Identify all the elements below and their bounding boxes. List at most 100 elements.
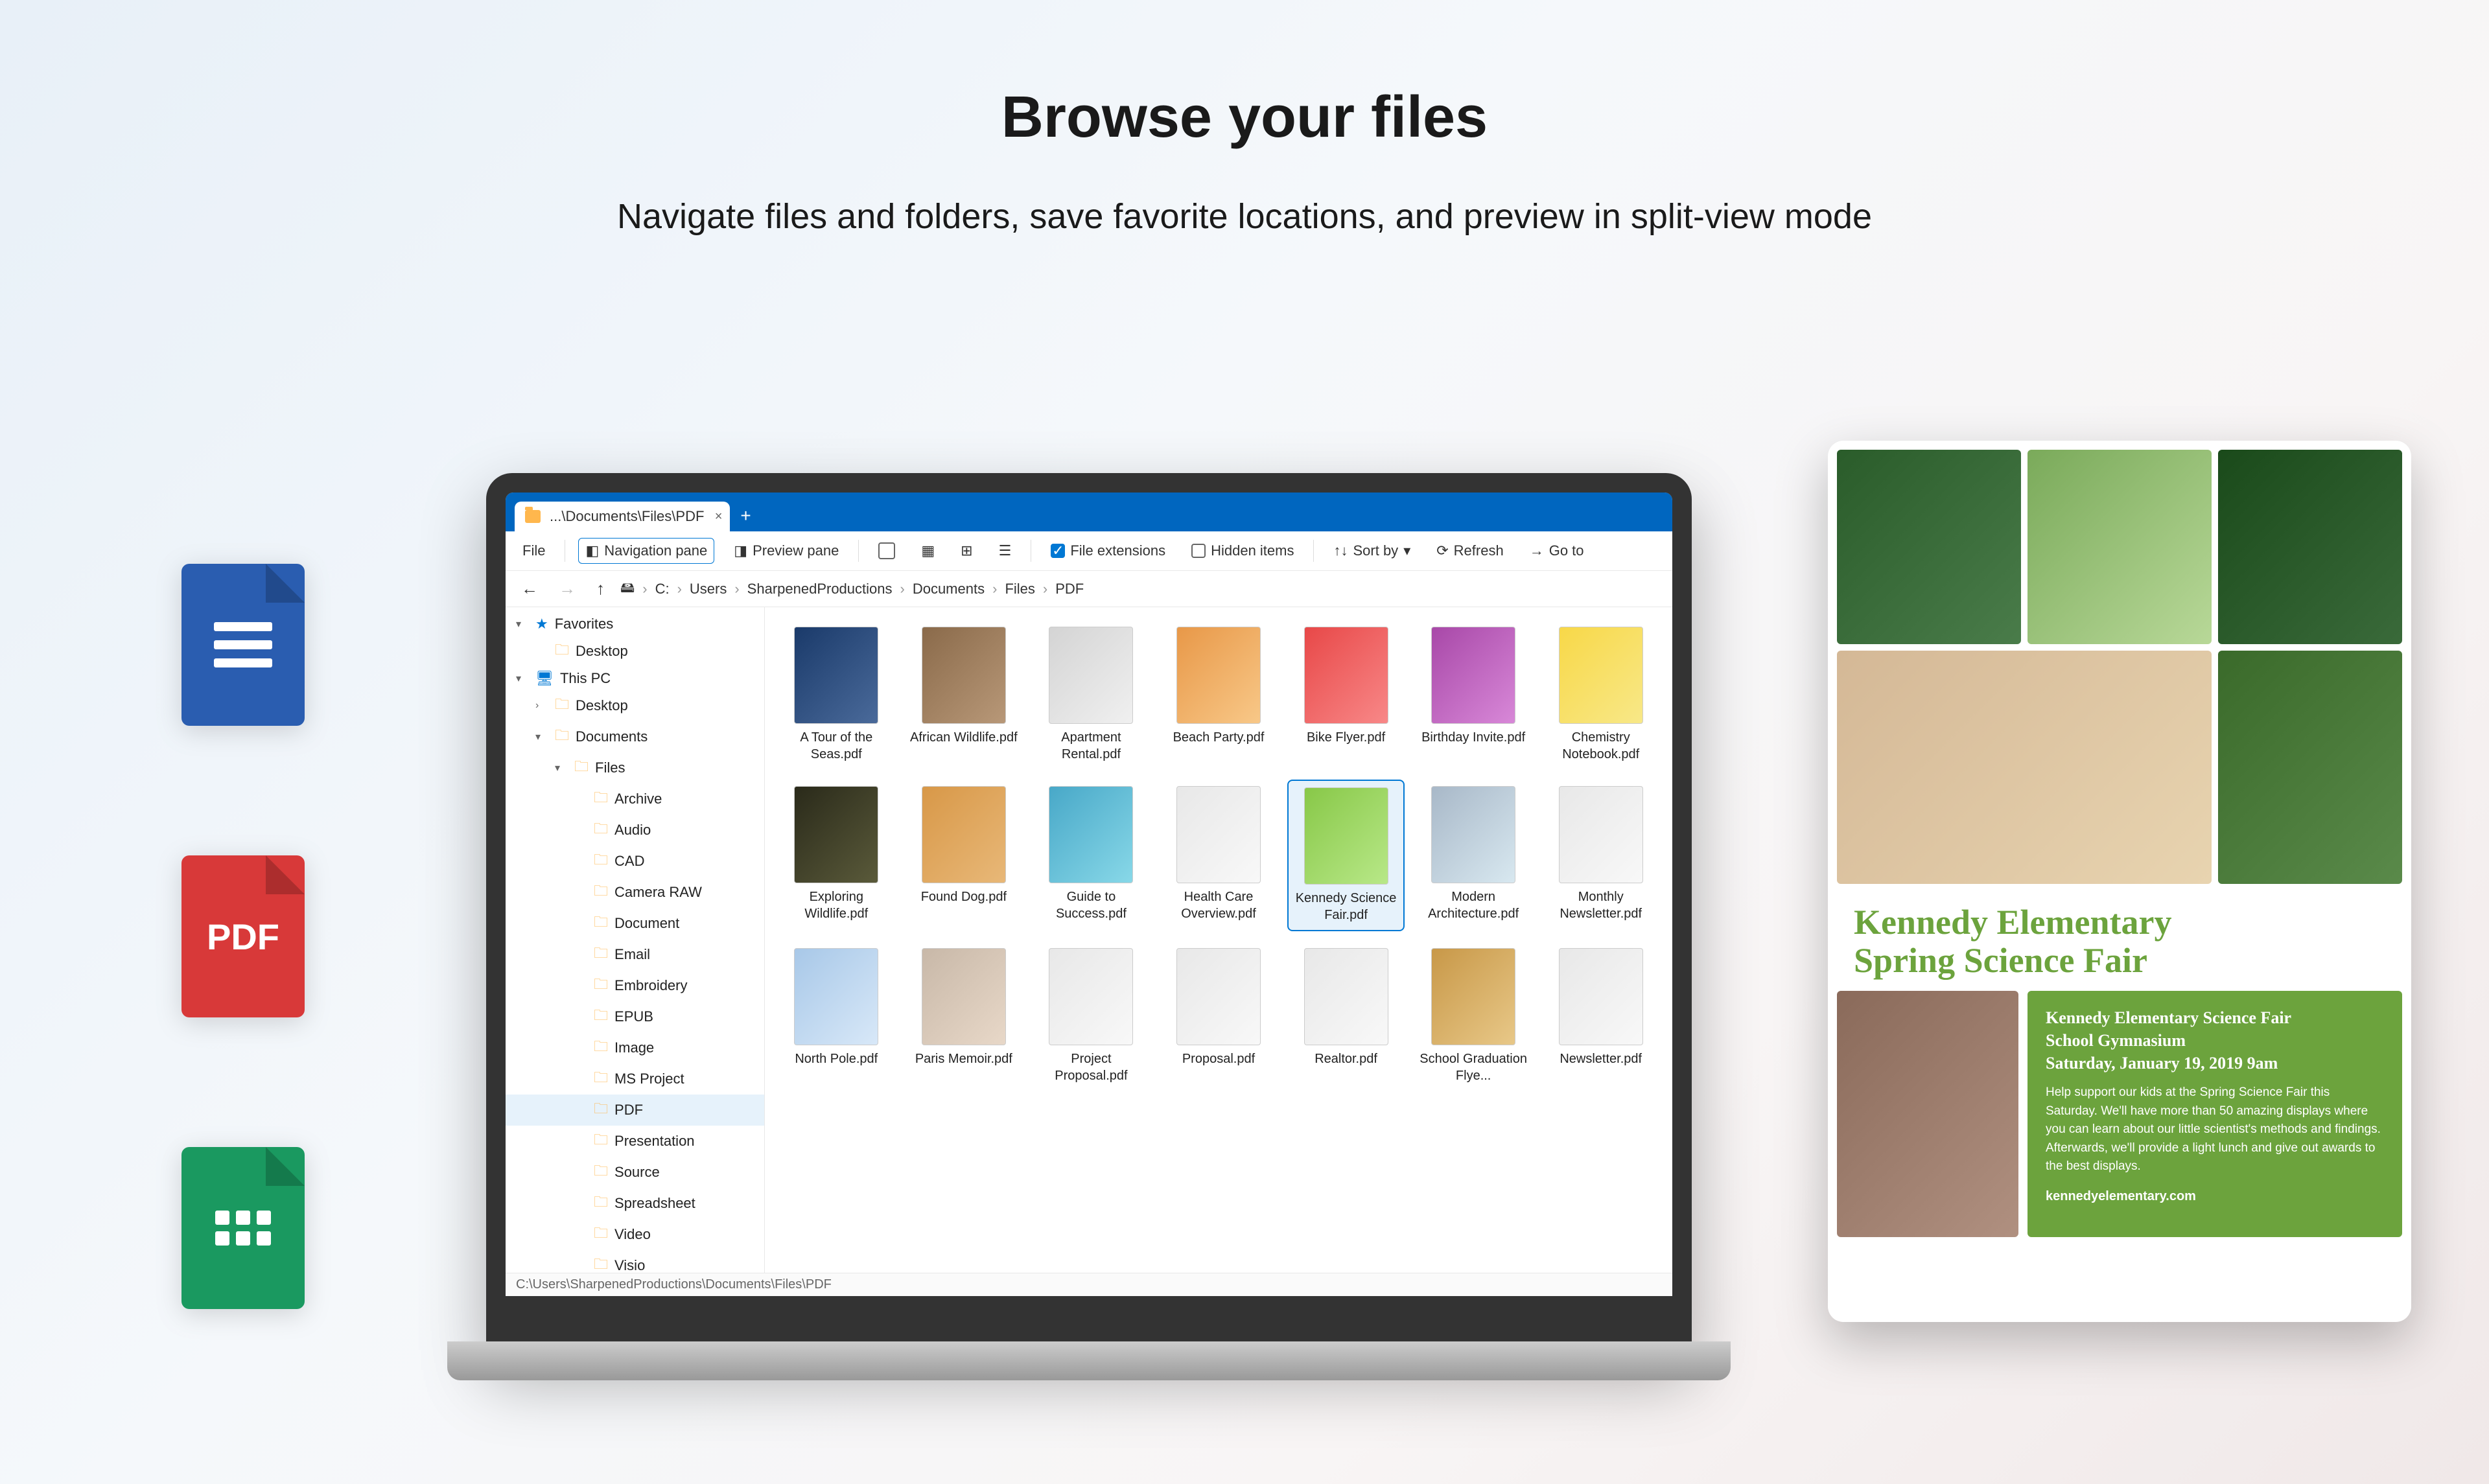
close-tab-icon[interactable]: ×: [715, 509, 723, 524]
sidebar-folder-source[interactable]: 🗀Source: [506, 1157, 764, 1188]
sidebar-folder-email[interactable]: 🗀Email: [506, 939, 764, 970]
file-menu[interactable]: File: [516, 539, 552, 563]
refresh-button[interactable]: ⟳ Refresh: [1430, 539, 1510, 563]
file-item[interactable]: Found Dog.pdf: [906, 780, 1023, 931]
checkbox-icon: [1191, 544, 1206, 558]
sidebar-folder-video[interactable]: 🗀Video: [506, 1219, 764, 1250]
sidebar-folder-embroidery[interactable]: 🗀Embroidery: [506, 970, 764, 1001]
sidebar-folder-visio[interactable]: 🗀Visio: [506, 1250, 764, 1273]
file-thumbnail: [794, 627, 878, 724]
hero-title: Browse your files: [0, 84, 2489, 151]
hidden-items-toggle[interactable]: Hidden items: [1185, 539, 1300, 563]
preview-image-child: [1837, 991, 2018, 1237]
view-list[interactable]: ☰: [992, 539, 1018, 563]
crumb-pdf[interactable]: PDF: [1055, 581, 1084, 597]
file-name-label: Proposal.pdf: [1182, 1050, 1255, 1067]
go-to-button[interactable]: → Go to: [1523, 539, 1591, 563]
crumb-sp[interactable]: SharpenedProductions: [747, 581, 893, 597]
file-thumbnail: [1559, 786, 1643, 883]
app-window: ...\Documents\Files\PDF × + File ◧ Navig…: [506, 493, 1672, 1296]
file-item[interactable]: North Pole.pdf: [778, 942, 895, 1091]
back-button[interactable]: ←: [516, 576, 543, 601]
sidebar-folder-audio[interactable]: 🗀Audio: [506, 815, 764, 846]
folder-icon: [525, 510, 541, 523]
new-tab-button[interactable]: +: [740, 505, 751, 526]
file-item[interactable]: Birthday Invite.pdf: [1415, 620, 1532, 769]
file-name-label: Realtor.pdf: [1315, 1050, 1377, 1067]
sidebar-files[interactable]: ▾🗀Files: [506, 752, 764, 783]
file-item[interactable]: Beach Party.pdf: [1160, 620, 1278, 769]
sidebar-folder-document[interactable]: 🗀Document: [506, 908, 764, 939]
file-name-label: Newsletter.pdf: [1560, 1050, 1642, 1067]
sidebar-favorites[interactable]: ▾★Favorites: [506, 612, 764, 636]
file-item[interactable]: Monthly Newsletter.pdf: [1542, 780, 1659, 931]
sidebar-folder-epub[interactable]: 🗀EPUB: [506, 1001, 764, 1032]
forward-button[interactable]: →: [554, 576, 581, 601]
file-name-label: A Tour of the Seas.pdf: [782, 729, 891, 763]
file-item[interactable]: Proposal.pdf: [1160, 942, 1278, 1091]
view-medium-icons[interactable]: ▦: [915, 539, 941, 563]
file-name-label: Project Proposal.pdf: [1036, 1050, 1146, 1084]
file-item[interactable]: African Wildlife.pdf: [906, 620, 1023, 769]
crumb-c[interactable]: C:: [655, 581, 670, 597]
file-item[interactable]: Newsletter.pdf: [1542, 942, 1659, 1091]
file-thumbnail: [1304, 627, 1388, 724]
file-item[interactable]: Paris Memoir.pdf: [906, 942, 1023, 1091]
nav-bar: ← → ↑ 🖴 › C: › Users › SharpenedProducti…: [506, 571, 1672, 607]
file-item[interactable]: Health Care Overview.pdf: [1160, 780, 1278, 931]
preview-image-beakers: [2027, 450, 2212, 644]
preview-image-solar-system: [1837, 651, 2212, 884]
sidebar-this-pc[interactable]: ▾🖥This PC: [506, 667, 764, 690]
preview-title-line1: Kennedy Elementary: [1854, 903, 2385, 942]
navigation-pane-toggle[interactable]: ◧ Navigation pane: [578, 538, 714, 564]
panel-left-icon: ◧: [585, 542, 599, 559]
sort-by-button[interactable]: ↑↓ Sort by ▾: [1327, 539, 1417, 563]
crumb-docs[interactable]: Documents: [913, 581, 985, 597]
file-item[interactable]: Apartment Rental.pdf: [1033, 620, 1150, 769]
crumb-users[interactable]: Users: [690, 581, 727, 597]
chevron-down-icon: ▾: [1403, 542, 1410, 559]
preview-url: kennedyelementary.com: [2046, 1189, 2384, 1204]
sheets-icon: [181, 1147, 305, 1309]
sidebar-folder-cad[interactable]: 🗀CAD: [506, 846, 764, 877]
file-name-label: Beach Party.pdf: [1173, 729, 1265, 746]
sidebar-folder-archive[interactable]: 🗀Archive: [506, 783, 764, 815]
arrow-right-icon: →: [1530, 542, 1544, 559]
preview-image-butterfly: [2218, 651, 2402, 884]
sidebar-fav-desktop[interactable]: 🗀Desktop: [506, 636, 764, 667]
sidebar-documents[interactable]: ▾🗀Documents: [506, 721, 764, 752]
tab-active[interactable]: ...\Documents\Files\PDF ×: [515, 502, 730, 531]
file-thumbnail: [1431, 627, 1515, 724]
file-item[interactable]: Project Proposal.pdf: [1033, 942, 1150, 1091]
sidebar-folder-image[interactable]: 🗀Image: [506, 1032, 764, 1063]
file-item[interactable]: Exploring Wildlife.pdf: [778, 780, 895, 931]
file-item[interactable]: Guide to Success.pdf: [1033, 780, 1150, 931]
file-item[interactable]: Realtor.pdf: [1287, 942, 1405, 1091]
sidebar-folder-spreadsheet[interactable]: 🗀Spreadsheet: [506, 1188, 764, 1219]
file-item[interactable]: School Graduation Flye...: [1415, 942, 1532, 1091]
file-thumbnail: [1176, 948, 1261, 1045]
file-item[interactable]: Kennedy Science Fair.pdf: [1287, 780, 1405, 931]
file-name-label: African Wildlife.pdf: [910, 729, 1018, 746]
sidebar: ▾★Favorites 🗀Desktop ▾🖥This PC ›🗀Desktop…: [506, 607, 765, 1273]
file-item[interactable]: A Tour of the Seas.pdf: [778, 620, 895, 769]
preview-pane-toggle[interactable]: ◨ Preview pane: [727, 539, 845, 563]
file-extensions-toggle[interactable]: ✓ File extensions: [1044, 539, 1172, 563]
up-button[interactable]: ↑: [591, 576, 610, 601]
sidebar-desktop[interactable]: ›🗀Desktop: [506, 690, 764, 721]
file-name-label: Birthday Invite.pdf: [1421, 729, 1525, 746]
view-large-icons[interactable]: [872, 539, 902, 563]
file-item[interactable]: Bike Flyer.pdf: [1287, 620, 1405, 769]
sidebar-folder-pdf[interactable]: 🗀PDF: [506, 1095, 764, 1126]
file-thumbnail: [1559, 948, 1643, 1045]
file-item[interactable]: Modern Architecture.pdf: [1415, 780, 1532, 931]
view-small-icons[interactable]: ⊞: [954, 539, 979, 563]
file-thumbnail: [922, 627, 1006, 724]
sidebar-folder-camera-raw[interactable]: 🗀Camera RAW: [506, 877, 764, 908]
pdf-icon: PDF: [181, 855, 305, 1017]
preview-panel: Kennedy Elementary Spring Science Fair K…: [1828, 441, 2411, 1322]
crumb-files[interactable]: Files: [1005, 581, 1034, 597]
file-item[interactable]: Chemistry Notebook.pdf: [1542, 620, 1659, 769]
sidebar-folder-ms-project[interactable]: 🗀MS Project: [506, 1063, 764, 1095]
sidebar-folder-presentation[interactable]: 🗀Presentation: [506, 1126, 764, 1157]
